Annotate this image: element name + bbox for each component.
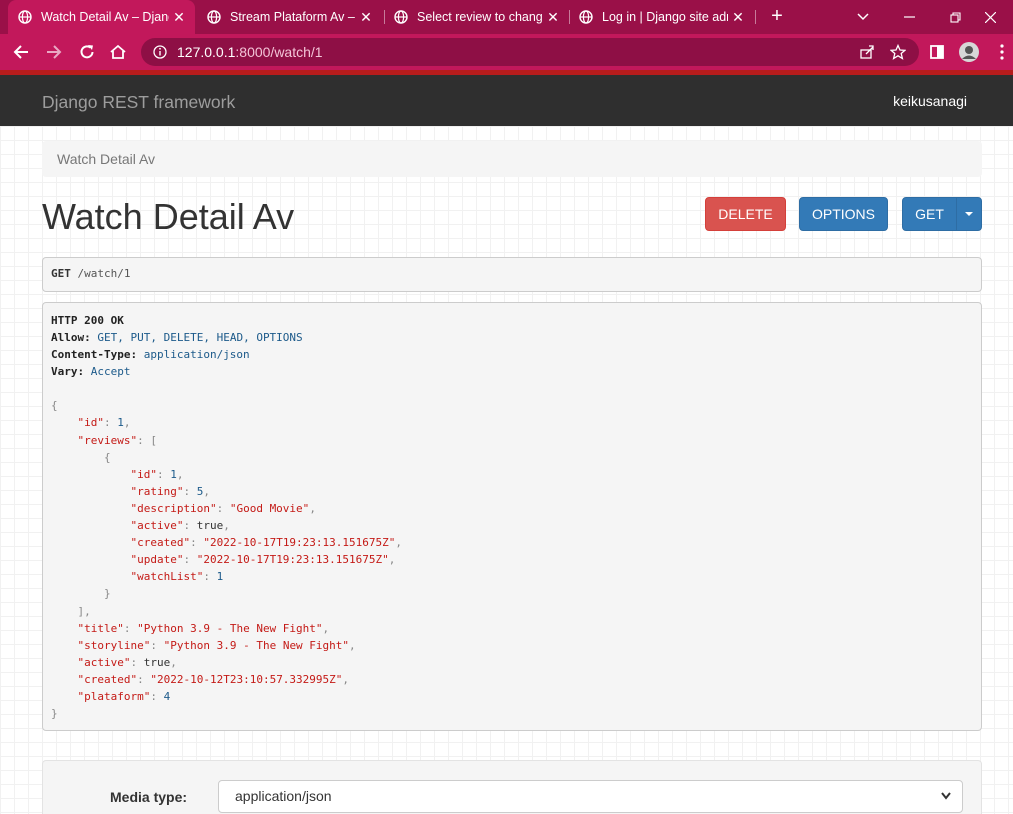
user-dropdown[interactable]: keikusanagi bbox=[893, 93, 967, 109]
json-value: "2022-10-17T19:23:13.151675Z" bbox=[196, 553, 389, 567]
json-value: true bbox=[196, 519, 224, 533]
tab-watch-detail[interactable]: Watch Detail Av – Django REST framework … bbox=[8, 0, 195, 34]
header-key: Content-Type: bbox=[51, 348, 138, 362]
address-bar[interactable]: 127.0.0.1:8000/watch/1 bbox=[141, 38, 919, 66]
close-icon[interactable]: ✕ bbox=[169, 9, 189, 26]
media-type-label: Media type: bbox=[110, 789, 188, 805]
json-value: true bbox=[143, 655, 171, 669]
brand-link[interactable]: Django REST framework bbox=[42, 92, 235, 113]
media-type-form: Media type: application/json bbox=[42, 760, 982, 814]
media-type-selected: application/json bbox=[235, 788, 332, 804]
header-key: Allow: bbox=[51, 331, 91, 345]
globe-icon bbox=[18, 10, 32, 24]
delete-button[interactable]: DELETE bbox=[705, 197, 786, 231]
json-value: "2022-10-12T23:10:57.332995Z" bbox=[150, 672, 343, 686]
tab-stream-plataform[interactable]: Stream Plataform Av – Django REST framew… bbox=[197, 0, 382, 34]
breadcrumb: Watch Detail Av bbox=[42, 141, 982, 177]
chevron-down-icon bbox=[941, 792, 951, 800]
options-button[interactable]: OPTIONS bbox=[799, 197, 888, 231]
response-info: HTTP 200 OK Allow: GET, PUT, DELETE, HEA… bbox=[42, 302, 982, 731]
request-path: /watch/1 bbox=[77, 267, 131, 280]
json-value: "Good Movie" bbox=[229, 501, 310, 515]
close-icon[interactable]: ✕ bbox=[543, 9, 563, 26]
header-value: application/json bbox=[143, 348, 250, 362]
page-content: Watch Detail Av Watch Detail Av DELETE O… bbox=[0, 126, 1013, 814]
share-icon[interactable] bbox=[856, 41, 878, 63]
get-format-dropdown-button[interactable] bbox=[956, 197, 982, 231]
header-value: GET, PUT, DELETE, HEAD, OPTIONS bbox=[97, 331, 303, 345]
json-value: 4 bbox=[163, 689, 171, 703]
json-value: "Python 3.9 - The New Fight" bbox=[163, 638, 350, 652]
json-value: "Python 3.9 - The New Fight" bbox=[137, 621, 323, 635]
globe-icon bbox=[579, 10, 593, 24]
reload-icon[interactable] bbox=[76, 41, 98, 63]
url-text: 127.0.0.1:8000/watch/1 bbox=[177, 44, 323, 60]
globe-icon bbox=[207, 10, 221, 24]
tab-search-icon[interactable] bbox=[840, 0, 886, 34]
get-button[interactable]: GET bbox=[902, 197, 957, 231]
json-value: 1 bbox=[170, 467, 177, 481]
json-value: "2022-10-17T19:23:13.151675Z" bbox=[203, 536, 396, 550]
caret-down-icon bbox=[965, 212, 973, 216]
tab-select-review[interactable]: Select review to change | Django site ad… bbox=[384, 0, 569, 34]
drf-navbar: Django REST framework keikusanagi bbox=[0, 75, 1013, 126]
globe-icon bbox=[394, 10, 408, 24]
close-icon[interactable]: ✕ bbox=[356, 9, 376, 26]
tab-label: Log in | Django site admin bbox=[602, 10, 728, 24]
request-info: GET /watch/1 bbox=[42, 257, 982, 292]
new-tab-button[interactable]: + bbox=[766, 5, 788, 27]
home-icon[interactable] bbox=[107, 41, 129, 63]
browser-tab-strip: Watch Detail Av – Django REST framework … bbox=[0, 0, 1013, 34]
media-type-select[interactable]: application/json bbox=[218, 780, 963, 813]
bookmark-star-icon[interactable] bbox=[887, 41, 909, 63]
forward-icon[interactable] bbox=[43, 41, 65, 63]
request-method: GET bbox=[51, 267, 71, 280]
json-value: 1 bbox=[117, 416, 124, 430]
menu-kebab-icon[interactable] bbox=[991, 41, 1013, 63]
close-window-icon[interactable] bbox=[967, 0, 1013, 34]
response-status: HTTP 200 OK bbox=[51, 314, 124, 327]
tab-login[interactable]: Log in | Django site admin ✕ bbox=[569, 0, 754, 34]
tab-label: Select review to change | Django site ad… bbox=[417, 10, 543, 24]
breadcrumb-item[interactable]: Watch Detail Av bbox=[57, 151, 155, 167]
close-icon[interactable]: ✕ bbox=[728, 9, 748, 26]
back-icon[interactable] bbox=[10, 41, 32, 63]
json-value: 1 bbox=[216, 570, 224, 584]
avatar[interactable] bbox=[958, 41, 980, 63]
tab-label: Stream Plataform Av – Django REST framew… bbox=[230, 10, 356, 24]
header-value: Accept bbox=[90, 365, 131, 379]
minimize-icon[interactable] bbox=[886, 0, 932, 34]
tab-label: Watch Detail Av – Django REST framework bbox=[41, 10, 169, 24]
browser-toolbar: 127.0.0.1:8000/watch/1 bbox=[0, 34, 1013, 70]
header-key: Vary: bbox=[51, 365, 85, 379]
info-icon[interactable] bbox=[153, 45, 167, 59]
side-panel-icon[interactable] bbox=[926, 41, 948, 63]
page-title: Watch Detail Av bbox=[42, 196, 295, 237]
